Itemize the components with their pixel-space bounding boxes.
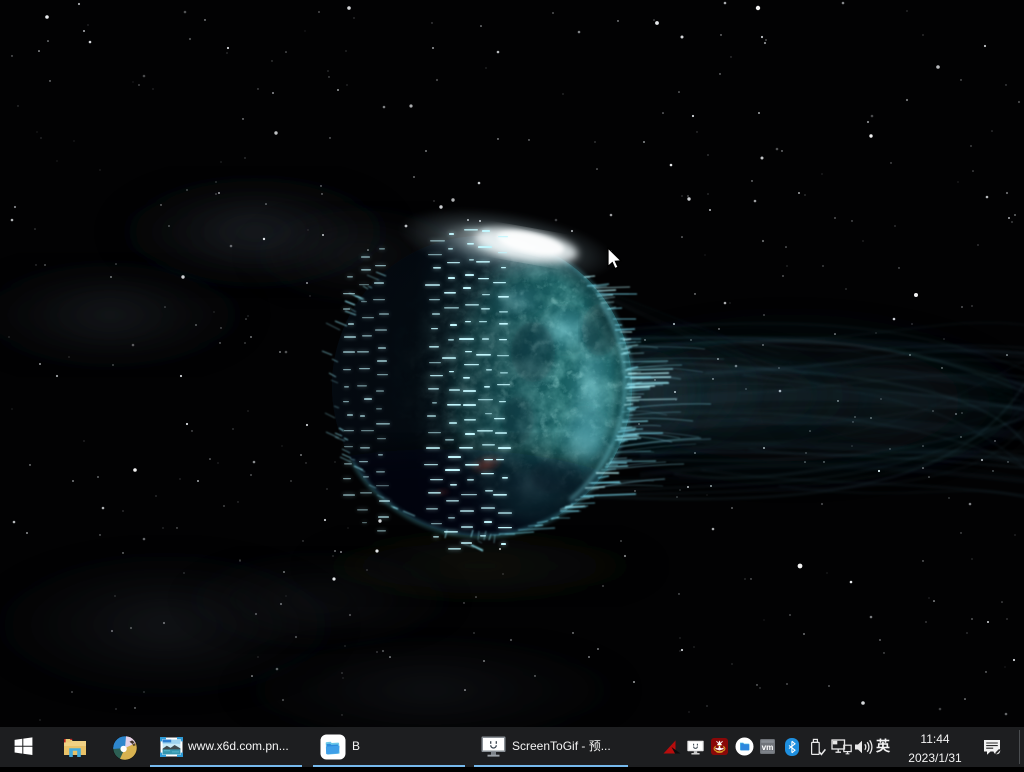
svg-text:vm: vm [762,743,774,752]
